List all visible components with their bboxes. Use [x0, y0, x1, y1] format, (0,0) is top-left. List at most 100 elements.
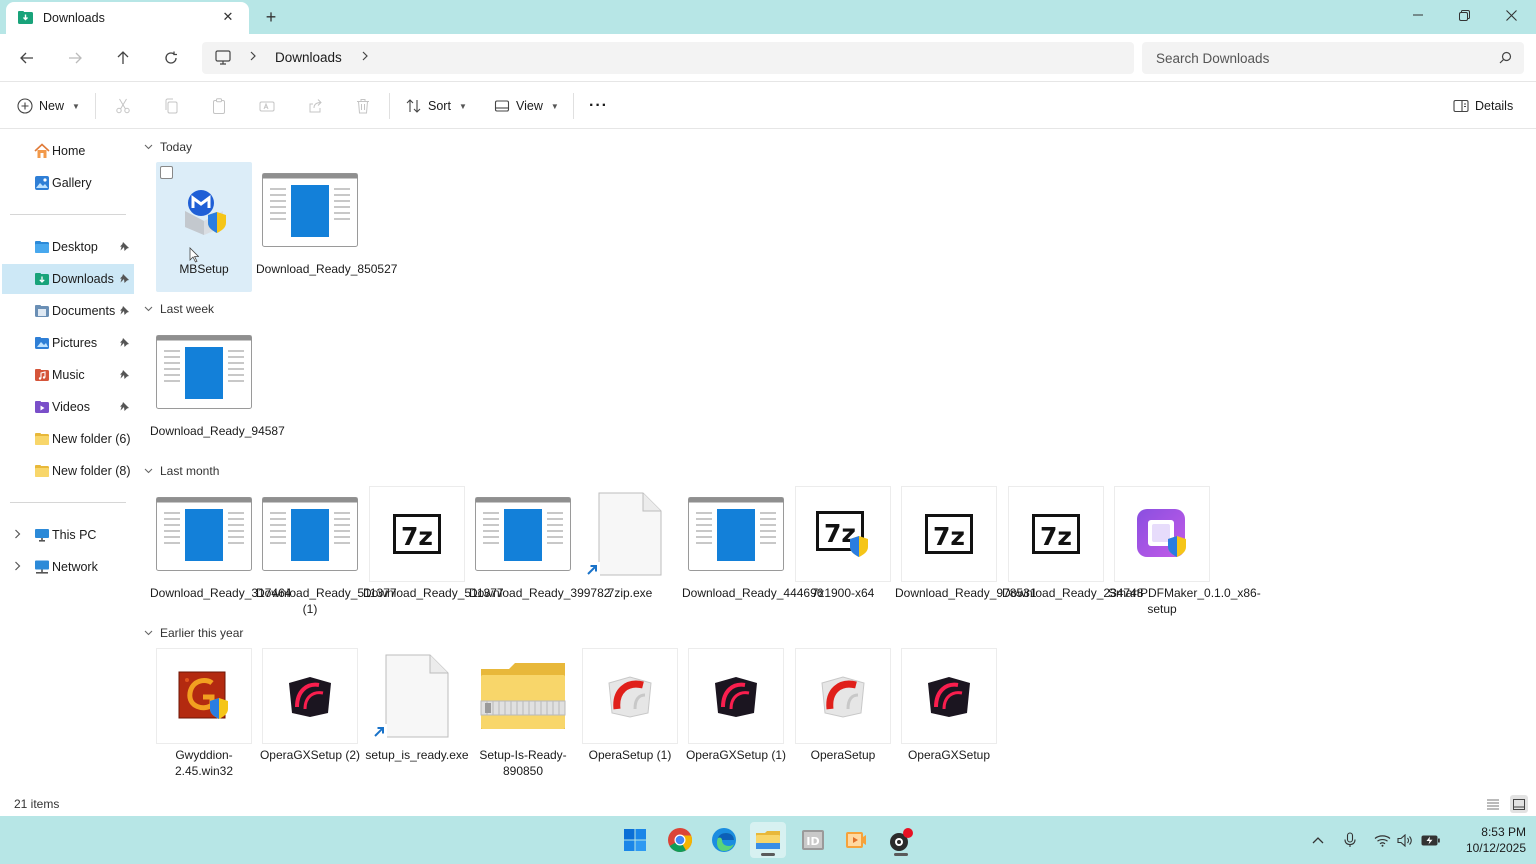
group-header-last-month[interactable]: Last month — [144, 462, 219, 480]
tiles-view-button[interactable] — [1510, 795, 1528, 813]
videos-folder-icon — [35, 401, 49, 413]
chevron-right-icon[interactable] — [14, 561, 21, 573]
taskbar-chrome[interactable] — [662, 822, 698, 858]
more-options-button[interactable]: ··· — [589, 94, 608, 118]
paste-button[interactable] — [209, 96, 229, 116]
show-hidden-icons-button[interactable] — [1308, 830, 1328, 850]
battery-button[interactable] — [1420, 830, 1440, 850]
delete-button[interactable] — [353, 96, 373, 116]
file-item-7zip-exe[interactable]: 7zip.exe — [582, 486, 678, 616]
details-view-button[interactable] — [1484, 795, 1502, 813]
breadcrumb-downloads[interactable]: Downloads — [275, 50, 342, 65]
file-item-operasetup[interactable]: OperaSetup — [795, 648, 891, 778]
cut-button[interactable] — [113, 96, 133, 116]
details-button[interactable]: Details — [1453, 94, 1513, 118]
file-item-download-ready-317464[interactable]: Download_Ready_317464 — [150, 486, 291, 616]
sidebar-item-new-folder-6[interactable]: New folder (6) — [2, 424, 134, 454]
chevron-down-icon — [144, 466, 153, 476]
file-name: 7zip.exe — [607, 586, 653, 600]
share-button[interactable] — [305, 96, 325, 116]
tab-title: Downloads — [43, 11, 105, 25]
sidebar-item-label: Videos — [52, 400, 90, 414]
arrow-right-icon — [69, 52, 82, 64]
taskbar-app-id[interactable]: ID — [795, 822, 831, 858]
file-item-download-ready-511377[interactable]: 7z Download_Ready_511377 — [363, 486, 504, 616]
sidebar-item-desktop[interactable]: Desktop — [2, 232, 134, 262]
close-window-button[interactable] — [1488, 0, 1534, 30]
file-item-operagxsetup-1[interactable]: OperaGXSetup (1) — [686, 648, 786, 778]
file-item-download-ready-94587[interactable]: Download_Ready_94587 — [150, 324, 285, 454]
pin-icon[interactable] — [119, 305, 130, 316]
system-clock[interactable]: 8:53 PM 10/12/2025 — [1446, 824, 1526, 856]
sidebar-item-network[interactable]: Network — [2, 552, 134, 582]
start-button[interactable] — [617, 822, 653, 858]
file-item-download-ready-234748[interactable]: 7z Download_Ready_234748 — [1002, 486, 1143, 616]
new-button[interactable]: New ▼ — [17, 94, 80, 118]
back-button[interactable] — [15, 46, 39, 70]
view-icon — [494, 100, 510, 112]
sidebar-item-home[interactable]: Home — [2, 136, 134, 166]
taskbar-file-explorer[interactable] — [750, 822, 786, 858]
pin-icon[interactable] — [119, 241, 130, 252]
sort-button[interactable]: Sort ▼ — [406, 94, 467, 118]
group-header-last-week[interactable]: Last week — [144, 300, 214, 318]
file-item-operagxsetup[interactable]: OperaGXSetup — [901, 648, 997, 778]
active-indicator — [761, 853, 775, 856]
close-tab-icon[interactable]: ✕ — [219, 8, 237, 26]
search-input[interactable] — [1142, 42, 1482, 74]
search-icon — [1499, 51, 1512, 64]
file-item-download-ready-444696[interactable]: Download_Ready_444696 — [682, 486, 823, 616]
pin-icon[interactable] — [119, 401, 130, 412]
up-button[interactable] — [111, 46, 135, 70]
copy-button[interactable] — [161, 96, 181, 116]
sidebar-item-this-pc[interactable]: This PC — [2, 520, 134, 550]
file-item-download-ready-511377-1[interactable]: Download_Ready_511377 (1) — [256, 486, 397, 616]
search-box[interactable] — [1142, 42, 1524, 74]
file-item-setup-is-ready-exe[interactable]: setup_is_ready.exe — [365, 648, 469, 778]
sidebar-item-documents[interactable]: Documents — [2, 296, 134, 326]
address-bar[interactable]: Downloads — [202, 42, 1134, 74]
taskbar-edge[interactable] — [706, 822, 742, 858]
file-item-download-ready-850527[interactable]: Download_Ready_850527 — [256, 162, 397, 292]
sidebar-item-new-folder-8[interactable]: New folder (8) — [2, 456, 134, 486]
sidebar-item-label: New folder (8) — [52, 464, 131, 478]
file-item-operasetup-1[interactable]: OperaSetup (1) — [582, 648, 678, 778]
file-item-mbsetup[interactable]: MBSetup — [156, 162, 252, 292]
tab-downloads[interactable]: Downloads ✕ — [6, 2, 249, 34]
group-header-today[interactable]: Today — [144, 138, 192, 156]
pin-icon[interactable] — [119, 337, 130, 348]
sidebar-item-downloads[interactable]: Downloads — [2, 264, 134, 294]
file-item-operagxsetup-2[interactable]: OperaGXSetup (2) — [260, 648, 360, 778]
zip-folder-icon — [475, 648, 571, 744]
sidebar-item-music[interactable]: Music — [2, 360, 134, 390]
chevron-right-icon[interactable] — [14, 529, 21, 541]
restore-button[interactable] — [1441, 0, 1487, 30]
wifi-button[interactable] — [1372, 830, 1392, 850]
file-item-smartpdfmaker-setup[interactable]: SmartPDFMaker_0.1.0_x86-setup — [1108, 486, 1261, 616]
microphone-icon — [1344, 832, 1356, 847]
microphone-button[interactable] — [1340, 830, 1360, 850]
sidebar-item-videos[interactable]: Videos — [2, 392, 134, 422]
minimize-button[interactable] — [1395, 0, 1441, 30]
rename-button[interactable] — [257, 96, 277, 116]
group-header-earlier-this-year[interactable]: Earlier this year — [144, 624, 243, 642]
sidebar-item-gallery[interactable]: Gallery — [2, 168, 134, 198]
pin-icon[interactable] — [119, 273, 130, 284]
file-item-setup-is-ready-890850[interactable]: Setup-Is-Ready-890850 — [475, 648, 571, 778]
refresh-button[interactable] — [159, 46, 183, 70]
chevron-right-icon[interactable] — [249, 50, 257, 65]
taskbar-media-app[interactable] — [838, 822, 874, 858]
taskbar-app-badge[interactable] — [883, 822, 919, 858]
file-item-download-ready-978531[interactable]: 7z Download_Ready_978531 — [895, 486, 1036, 616]
pin-icon[interactable] — [119, 369, 130, 380]
file-item-7z1900-x64[interactable]: 7z 7z1900-x64 — [795, 486, 891, 616]
volume-button[interactable] — [1395, 830, 1415, 850]
new-tab-button[interactable]: + — [260, 6, 282, 28]
sidebar-item-pictures[interactable]: Pictures — [2, 328, 134, 358]
file-item-download-ready-399782[interactable]: Download_Ready_399782 — [469, 486, 610, 616]
view-button[interactable]: View ▼ — [494, 94, 559, 118]
chevron-right-icon[interactable] — [361, 50, 369, 65]
file-item-gwyddion[interactable]: Gwyddion-2.45.win32 — [156, 648, 252, 778]
file-name: OperaSetup (1) — [588, 748, 672, 762]
forward-button[interactable] — [63, 46, 87, 70]
